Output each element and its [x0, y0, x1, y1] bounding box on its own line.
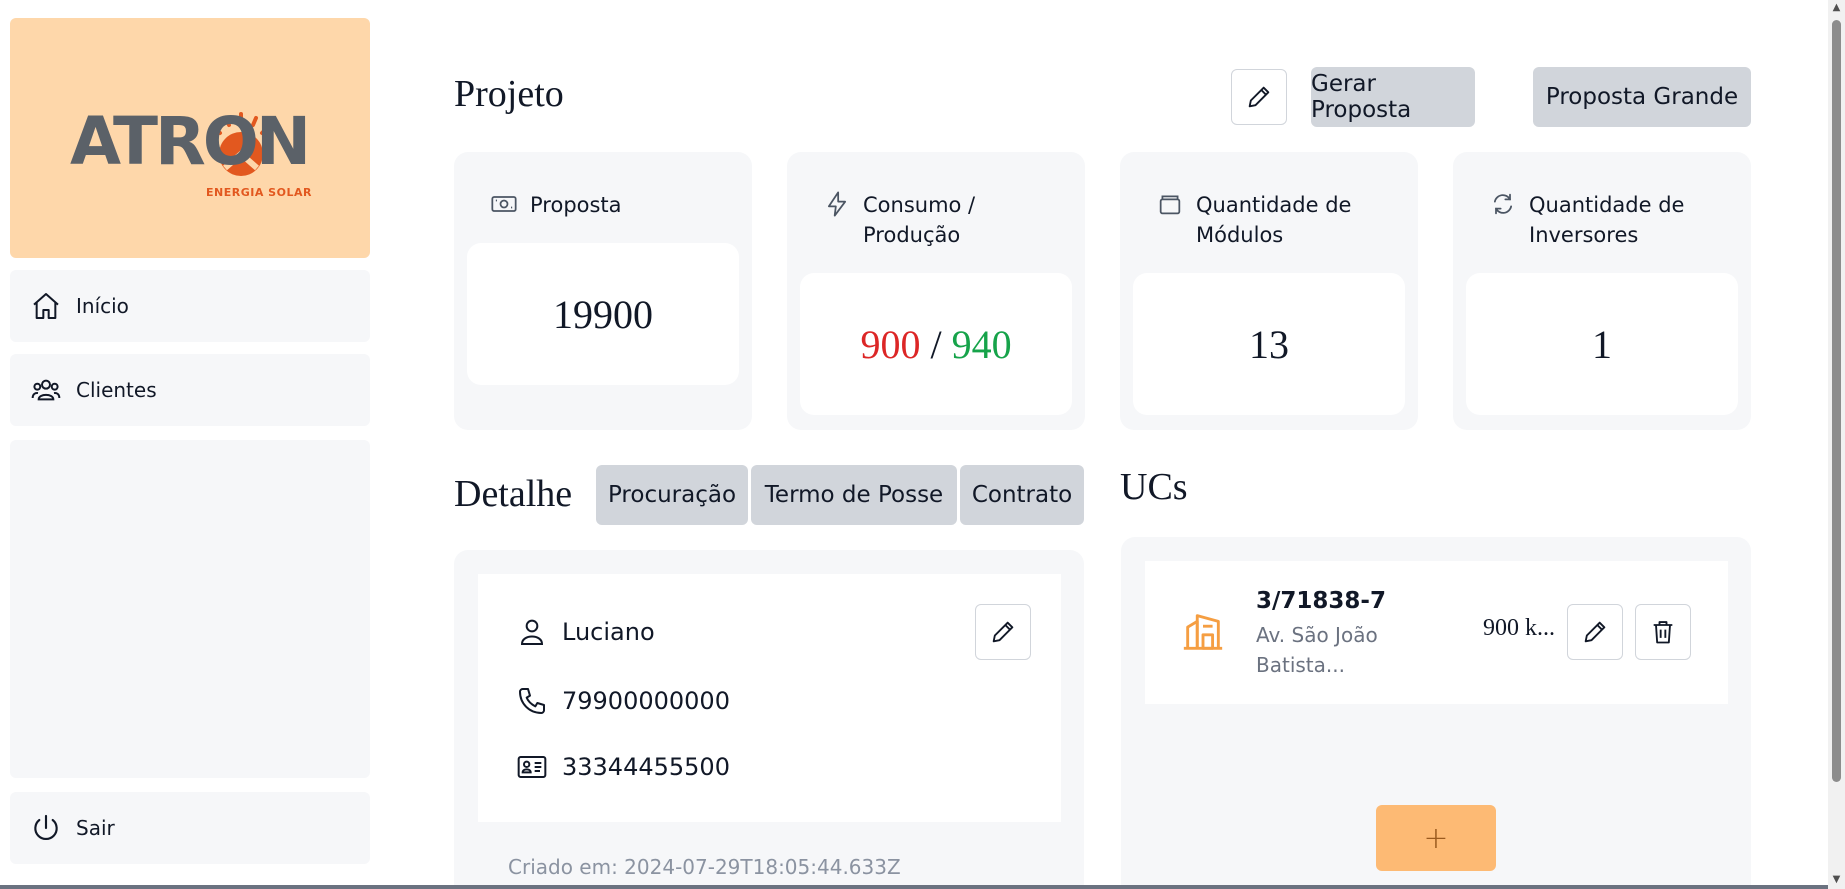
delete-uc-button[interactable] [1635, 604, 1691, 660]
uc-address: Av. São João Batista... [1256, 623, 1378, 677]
scroll-up-icon[interactable]: ▲ [1830, 2, 1843, 13]
sidebar-item-sair[interactable]: Sair [10, 792, 370, 864]
card-consumo-producao: Consumo / Produção 900 / 940 [787, 152, 1085, 430]
scroll-down-icon[interactable]: ▼ [1830, 874, 1843, 885]
logo-wordmark: ATRON [70, 103, 311, 180]
building-icon [1183, 614, 1223, 650]
card-modulos: Quantidade de Módulos 13 [1120, 152, 1418, 430]
logo-panel: ATRON ENERGIA SOLAR [10, 18, 370, 258]
module-icon [1156, 190, 1184, 218]
client-phone-row: 79900000000 [514, 683, 730, 719]
consumo-value: 900 [860, 321, 921, 367]
card-label: Consumo / Produção [863, 193, 976, 247]
card-value: 1 [1592, 321, 1612, 367]
sidebar-spacer [10, 440, 370, 778]
add-uc-button[interactable]: + [1376, 805, 1496, 871]
created-at: Criado em: 2024-07-29T18:05:44.633Z [508, 855, 901, 879]
sidebar-item-label: Clientes [76, 378, 157, 402]
contrato-button[interactable]: Contrato [960, 465, 1084, 525]
client-document-row: 33344455500 [514, 749, 730, 785]
proposta-grande-button[interactable]: Proposta Grande [1533, 67, 1751, 127]
users-icon [30, 374, 62, 406]
sidebar-item-label: Início [76, 294, 129, 318]
page-title: Projeto [454, 73, 564, 115]
edit-client-button[interactable] [975, 604, 1031, 660]
id-card-icon [514, 749, 550, 785]
gerar-proposta-button[interactable]: Gerar Proposta [1311, 67, 1475, 127]
card-value: 13 [1249, 321, 1289, 367]
sidebar-item-clientes[interactable]: Clientes [10, 354, 370, 426]
client-document: 33344455500 [562, 753, 730, 781]
procuracao-button[interactable]: Procuração [596, 465, 748, 525]
bottom-border [0, 885, 1828, 889]
user-icon [514, 614, 550, 650]
home-icon [30, 290, 62, 322]
card-label: Quantidade de Inversores [1529, 193, 1685, 247]
power-icon [30, 812, 62, 844]
plus-icon: + [1423, 820, 1449, 856]
lightning-icon [823, 190, 851, 218]
card-label: Quantidade de Módulos [1196, 193, 1352, 247]
termo-de-posse-button[interactable]: Termo de Posse [751, 465, 957, 525]
card-proposta: Proposta 19900 [454, 152, 752, 430]
trash-icon [1653, 621, 1673, 644]
uc-consumption: 900 k... [1483, 615, 1555, 641]
value-separator: / [930, 321, 942, 367]
producao-value: 940 [951, 321, 1012, 367]
client-name: Luciano [562, 618, 655, 646]
pencil-icon [992, 621, 1014, 643]
section-title-detalhe: Detalhe [454, 473, 573, 515]
scrollbar-thumb[interactable] [1832, 20, 1841, 782]
section-title-ucs: UCs [1120, 466, 1188, 508]
pencil-icon [1584, 621, 1606, 643]
sidebar-item-inicio[interactable]: Início [10, 270, 370, 342]
uc-code: 3/71838-7 [1256, 588, 1386, 614]
logo-tagline: ENERGIA SOLAR [206, 186, 312, 199]
client-name-row: Luciano [514, 614, 655, 650]
card-label: Proposta [530, 193, 622, 217]
refresh-icon [1489, 190, 1517, 218]
edit-uc-button[interactable] [1567, 604, 1623, 660]
phone-icon [514, 683, 550, 719]
card-value: 900 / 940 [860, 321, 1011, 368]
sidebar-item-label: Sair [76, 816, 115, 840]
edit-project-button[interactable] [1231, 69, 1287, 125]
money-icon [490, 190, 518, 218]
client-phone: 79900000000 [562, 687, 730, 715]
card-inversores: Quantidade de Inversores 1 [1453, 152, 1751, 430]
card-value: 19900 [553, 291, 653, 337]
pencil-icon [1248, 86, 1270, 108]
